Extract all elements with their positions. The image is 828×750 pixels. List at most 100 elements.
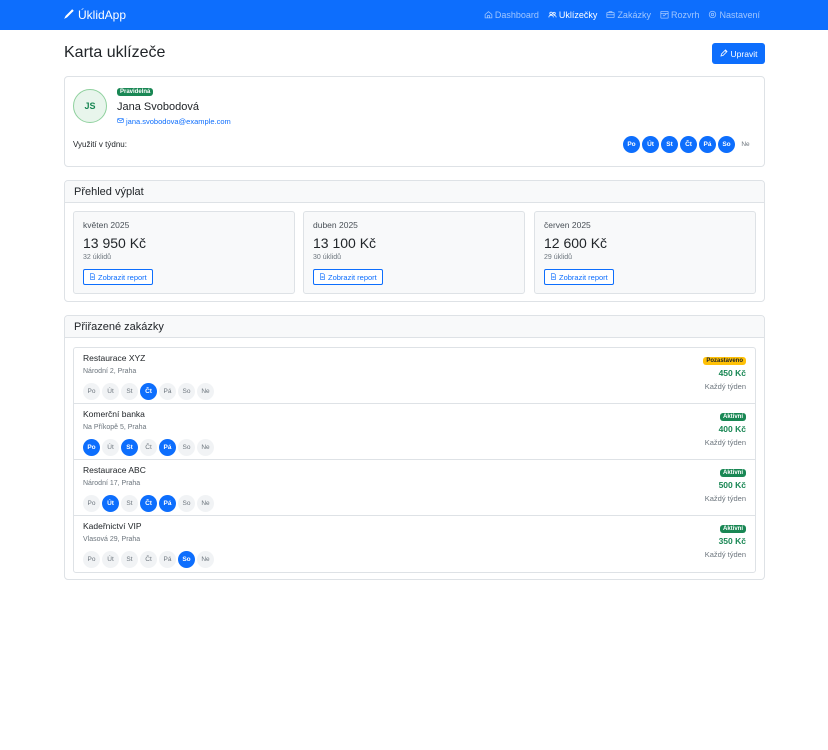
day-badge: St bbox=[121, 439, 138, 456]
order-list: Restaurace XYZ Národní 2, Praha Po Út St Čt… bbox=[73, 347, 756, 573]
payout-count: 30 úklidů bbox=[313, 254, 342, 261]
house-icon bbox=[484, 10, 493, 21]
day-badge: So bbox=[178, 383, 195, 400]
day-ut: Út bbox=[642, 136, 659, 153]
nav-label: Zakázky bbox=[617, 10, 651, 20]
edit-button[interactable]: Upravit bbox=[712, 43, 765, 64]
day-ne: Ne bbox=[741, 141, 750, 148]
calendar-icon bbox=[660, 10, 669, 21]
status-badge: Aktivní bbox=[719, 413, 746, 421]
email-link[interactable]: jana.svobodova@example.com bbox=[117, 117, 231, 126]
order-frequency: Každý týden bbox=[704, 438, 746, 447]
nav-item-dashboard[interactable]: Dashboard bbox=[484, 10, 539, 21]
payout-count: 32 úklidů bbox=[83, 254, 112, 261]
day-badge: Ne bbox=[197, 551, 214, 568]
day-so: So bbox=[718, 136, 735, 153]
profile-card: JS Pravidelná Jana Svobodová jana.svobod… bbox=[64, 76, 765, 167]
day-badge: Čt bbox=[140, 439, 157, 456]
payout-item: květen 2025 13 950 Kč 32 úklidů Zobrazit… bbox=[73, 211, 295, 294]
day-badge: Ne bbox=[197, 439, 214, 456]
order-row[interactable]: Kadeřnictví VIP Vlasová 29, Praha Po Út St… bbox=[74, 516, 755, 572]
order-name: Restaurace ABC bbox=[83, 465, 146, 475]
payout-count: 29 úklidů bbox=[544, 254, 573, 261]
payout-month: duben 2025 bbox=[313, 220, 358, 230]
payout-amount: 12 600 Kč bbox=[544, 235, 608, 251]
briefcase-icon bbox=[606, 10, 615, 21]
show-report-label: Zobrazit report bbox=[328, 272, 377, 282]
envelope-icon bbox=[117, 117, 124, 126]
status-badge: Aktivní bbox=[719, 469, 746, 477]
payouts-title: Přehled výplat bbox=[65, 181, 764, 203]
day-badge: St bbox=[121, 383, 138, 400]
status-badge: Pozastaveno bbox=[703, 357, 746, 365]
order-row[interactable]: Restaurace XYZ Národní 2, Praha Po Út St Čt… bbox=[74, 348, 755, 404]
day-badge: Ne bbox=[197, 383, 214, 400]
nav-label: Rozvrh bbox=[670, 10, 700, 20]
day-pa: Pá bbox=[699, 136, 716, 153]
order-summary: Aktivní 500 Kč Každý týden bbox=[705, 469, 746, 503]
payouts-card: Přehled výplat květen 2025 13 950 Kč 32 … bbox=[64, 180, 765, 302]
pencil-icon bbox=[719, 48, 728, 59]
file-icon bbox=[89, 272, 96, 282]
order-frequency: Každý týden bbox=[704, 550, 746, 559]
nav-item-cleaners[interactable]: Uklízečky bbox=[548, 10, 597, 21]
day-badge: Čt bbox=[140, 495, 157, 512]
day-badge: Út bbox=[102, 551, 119, 568]
day-badge: Ne bbox=[197, 495, 214, 512]
day-badge: St bbox=[121, 551, 138, 568]
brand-name: ÚklidApp bbox=[78, 8, 127, 22]
nav-item-schedule[interactable]: Rozvrh bbox=[660, 10, 700, 21]
day-badge: So bbox=[178, 495, 195, 512]
file-icon bbox=[550, 272, 557, 282]
people-icon bbox=[548, 10, 557, 21]
day-badge: So bbox=[178, 551, 195, 568]
nav-label: Nastavení bbox=[719, 10, 760, 20]
payout-month: červen 2025 bbox=[544, 220, 591, 230]
nav-label: Dashboard bbox=[494, 10, 539, 20]
day-badge: Čt bbox=[140, 383, 157, 400]
order-days: Po Út St Čt Pá So Ne bbox=[83, 551, 214, 568]
order-name: Kadeřnictví VIP bbox=[83, 521, 142, 531]
show-report-label: Zobrazit report bbox=[98, 272, 147, 282]
order-name: Restaurace XYZ bbox=[83, 353, 146, 363]
show-report-button[interactable]: Zobrazit report bbox=[83, 269, 153, 285]
brush-icon bbox=[64, 8, 75, 22]
order-name: Komerční banka bbox=[83, 409, 145, 419]
day-badge: Pá bbox=[159, 383, 176, 400]
order-price: 350 Kč bbox=[718, 536, 746, 546]
brand-link[interactable]: ÚklidApp bbox=[64, 0, 126, 30]
order-days: Po Út St Čt Pá So Ne bbox=[83, 439, 214, 456]
day-badge: Pá bbox=[159, 495, 176, 512]
day-badge: Po bbox=[83, 439, 100, 456]
order-frequency: Každý týden bbox=[704, 494, 746, 503]
day-badge: Út bbox=[102, 439, 119, 456]
day-ct: Čt bbox=[680, 136, 697, 153]
day-badge: Čt bbox=[140, 551, 157, 568]
order-address: Národní 2, Praha bbox=[83, 368, 137, 375]
order-price: 400 Kč bbox=[718, 424, 746, 434]
nav-item-orders[interactable]: Zakázky bbox=[606, 10, 651, 21]
day-badge: Po bbox=[83, 495, 100, 512]
order-days: Po Út St Čt Pá So Ne bbox=[83, 383, 214, 400]
order-row[interactable]: Komerční banka Na Příkopě 5, Praha Po Út S… bbox=[74, 404, 755, 460]
payout-amount: 13 100 Kč bbox=[313, 235, 377, 251]
show-report-button[interactable]: Zobrazit report bbox=[313, 269, 383, 285]
day-badge: Pá bbox=[159, 551, 176, 568]
nav-item-settings[interactable]: Nastavení bbox=[708, 10, 760, 21]
order-row[interactable]: Restaurace ABC Národní 17, Praha Po Út St Č… bbox=[74, 460, 755, 516]
show-report-label: Zobrazit report bbox=[559, 272, 608, 282]
status-badge: Pravidelná bbox=[117, 88, 154, 96]
edit-button-label: Upravit bbox=[730, 48, 758, 59]
payout-month: květen 2025 bbox=[83, 220, 130, 230]
order-summary: Aktivní 400 Kč Každý týden bbox=[705, 413, 746, 447]
order-frequency: Každý týden bbox=[704, 382, 746, 391]
show-report-button[interactable]: Zobrazit report bbox=[544, 269, 614, 285]
file-icon bbox=[319, 272, 326, 282]
day-badge: So bbox=[178, 439, 195, 456]
week-usage: Po Út St Čt Pá So Ne bbox=[623, 136, 754, 153]
usage-label: Využití v týdnu: bbox=[73, 140, 127, 149]
order-summary: Aktivní 350 Kč Každý týden bbox=[705, 525, 746, 559]
status-badge: Aktivní bbox=[719, 525, 746, 533]
payout-amount: 13 950 Kč bbox=[83, 235, 147, 251]
order-address: Národní 17, Praha bbox=[83, 480, 141, 487]
